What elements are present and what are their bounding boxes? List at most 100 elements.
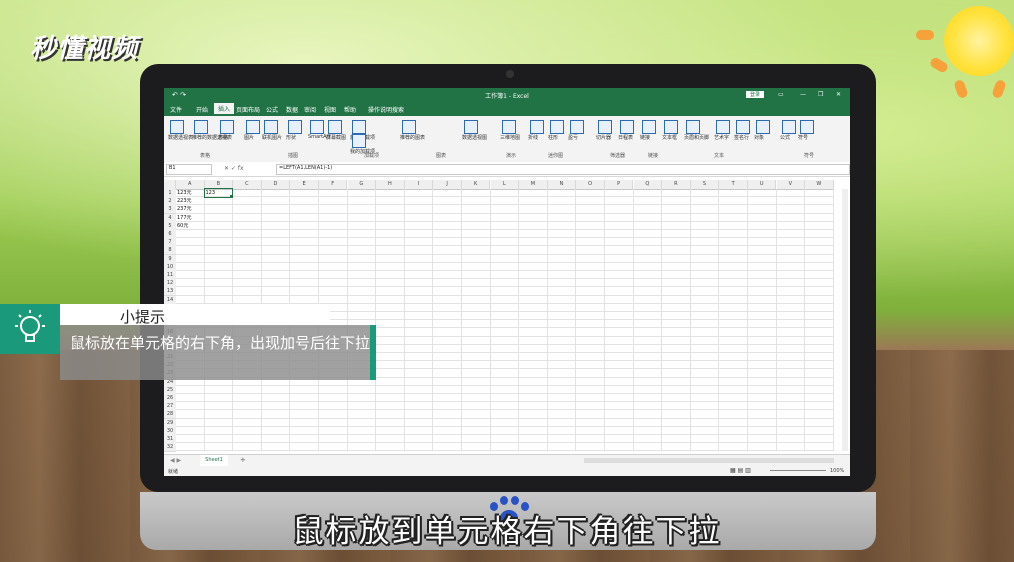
formula-input[interactable]: =LEFT(A1,LEN(A1)-1) [276,164,850,175]
ribbon-display-icon[interactable]: ▭ [778,91,784,98]
menu-7[interactable]: 视图 [324,105,336,114]
close-icon[interactable]: ✕ [836,91,841,98]
column-header[interactable]: U [747,180,777,190]
column-header[interactable]: S [690,180,720,190]
menu-6[interactable]: 审阅 [304,105,316,114]
column-header[interactable]: T [719,180,748,190]
ribbon-icon[interactable] [800,120,814,134]
ribbon-icon[interactable] [246,120,260,134]
column-header[interactable]: W [805,180,834,190]
row-header[interactable]: 32 [164,443,176,453]
fill-handle[interactable] [230,195,234,199]
menu-9[interactable]: 操作说明搜索 [368,105,404,114]
column-header[interactable]: E [290,180,319,190]
ribbon-icon[interactable] [264,120,278,134]
ribbon-item-label[interactable]: 链接 [640,134,650,141]
ribbon-icon[interactable] [664,120,678,134]
fx-icon[interactable]: ✕ ✓ fx [224,165,244,172]
ribbon-item-label[interactable]: 符号 [798,134,808,141]
horizontal-scrollbar[interactable] [584,458,834,463]
ribbon-icon[interactable] [402,120,416,134]
ribbon-icon[interactable] [530,120,544,134]
ribbon-item-label[interactable]: 推荐的图表 [400,134,425,141]
ribbon-icon[interactable] [352,120,366,134]
cell[interactable]: 123元 [176,189,204,197]
ribbon-item-label[interactable]: 公式 [780,134,790,141]
cell[interactable]: 60元 [176,222,204,230]
ribbon-icon[interactable] [220,120,234,134]
ribbon-icon[interactable] [642,120,656,134]
ribbon-icon[interactable] [194,120,208,134]
ribbon-icon[interactable] [756,120,770,134]
ribbon-icon[interactable] [782,120,796,134]
ribbon-icon[interactable] [502,120,516,134]
column-header[interactable]: O [576,180,605,190]
vertical-scrollbar[interactable] [842,189,848,451]
ribbon-icon[interactable] [686,120,700,134]
column-header[interactable]: K [461,180,491,190]
column-header[interactable]: H [376,180,405,190]
tab-nav-icon[interactable]: ◀ ▶ [170,457,181,464]
column-header[interactable]: I [404,180,434,190]
ribbon-item-label[interactable]: 对象 [754,134,764,141]
ribbon-item-label[interactable]: 文本框 [662,134,677,141]
ribbon-icon[interactable] [716,120,730,134]
zoom-slider[interactable] [770,470,826,471]
ribbon-icon[interactable] [620,120,634,134]
column-header[interactable]: C [233,180,262,190]
ribbon-item-label[interactable]: 图片 [244,134,254,141]
ribbon-icon[interactable] [288,120,302,134]
view-mode-icons[interactable]: ▦ ▤ ▥ [730,467,751,474]
ribbon-item-label[interactable]: 形状 [286,134,296,141]
ribbon-icon[interactable] [170,120,184,134]
ribbon-item-label[interactable]: 签名行 [734,134,749,141]
menu-0[interactable]: 文件 [170,105,182,114]
menu-1[interactable]: 开始 [196,105,208,114]
cell[interactable]: 177元 [176,214,204,222]
ribbon-item-label[interactable]: 日程表 [618,134,633,141]
ribbon-icon[interactable] [550,120,564,134]
column-header[interactable]: L [490,180,520,190]
ribbon-item-label[interactable]: 三维地图 [500,134,520,141]
ribbon-item-label[interactable]: 表格 [218,134,228,141]
column-header[interactable]: P [604,180,634,190]
ribbon-item-label[interactable]: 数据透视表 [168,134,193,141]
column-header[interactable]: M [519,180,548,190]
menu-2[interactable]: 插入 [214,103,235,114]
add-sheet-button[interactable]: + [240,456,246,464]
ribbon-item-label[interactable]: 屏幕截图 [326,134,346,141]
column-header[interactable]: J [433,180,462,190]
ribbon-item-label[interactable]: 柱形 [548,134,558,141]
menu-3[interactable]: 页面布局 [236,105,260,114]
menu-8[interactable]: 帮助 [344,105,356,114]
column-header[interactable]: G [347,180,377,190]
login-button[interactable]: 登录 [746,91,765,98]
column-header[interactable]: F [318,180,348,190]
ribbon-icon[interactable] [464,120,478,134]
ribbon-icon[interactable] [310,120,324,134]
menu-5[interactable]: 数据 [286,105,298,114]
cell[interactable]: 237元 [176,205,204,213]
menu-4[interactable]: 公式 [266,105,278,114]
ribbon-item-label[interactable]: 切片器 [596,134,611,141]
ribbon-item-label[interactable]: 折线 [528,134,538,141]
ribbon-icon[interactable] [736,120,750,134]
ribbon-item-label[interactable]: 数据透视图 [462,134,487,141]
ribbon-icon[interactable] [328,120,342,134]
ribbon-item-label[interactable]: 联机图片 [262,134,282,141]
ribbon-item-label[interactable]: 页眉和页脚 [684,134,709,141]
ribbon-icon[interactable] [570,120,584,134]
minimize-icon[interactable]: — [800,91,806,98]
name-box[interactable]: B1 [166,164,212,175]
column-header[interactable]: D [261,180,291,190]
restore-icon[interactable]: ❐ [818,91,823,98]
cell[interactable]: 223元 [176,197,204,205]
column-header[interactable]: V [776,180,806,190]
ribbon-icon[interactable] [598,120,612,134]
ribbon-icon[interactable] [352,134,366,148]
ribbon-item-label[interactable]: 艺术字 [714,134,729,141]
column-header[interactable]: N [547,180,577,190]
ribbon-item-label[interactable]: 盈亏 [568,134,578,141]
column-header[interactable]: Q [633,180,663,190]
selected-cell-border[interactable] [203,188,234,199]
